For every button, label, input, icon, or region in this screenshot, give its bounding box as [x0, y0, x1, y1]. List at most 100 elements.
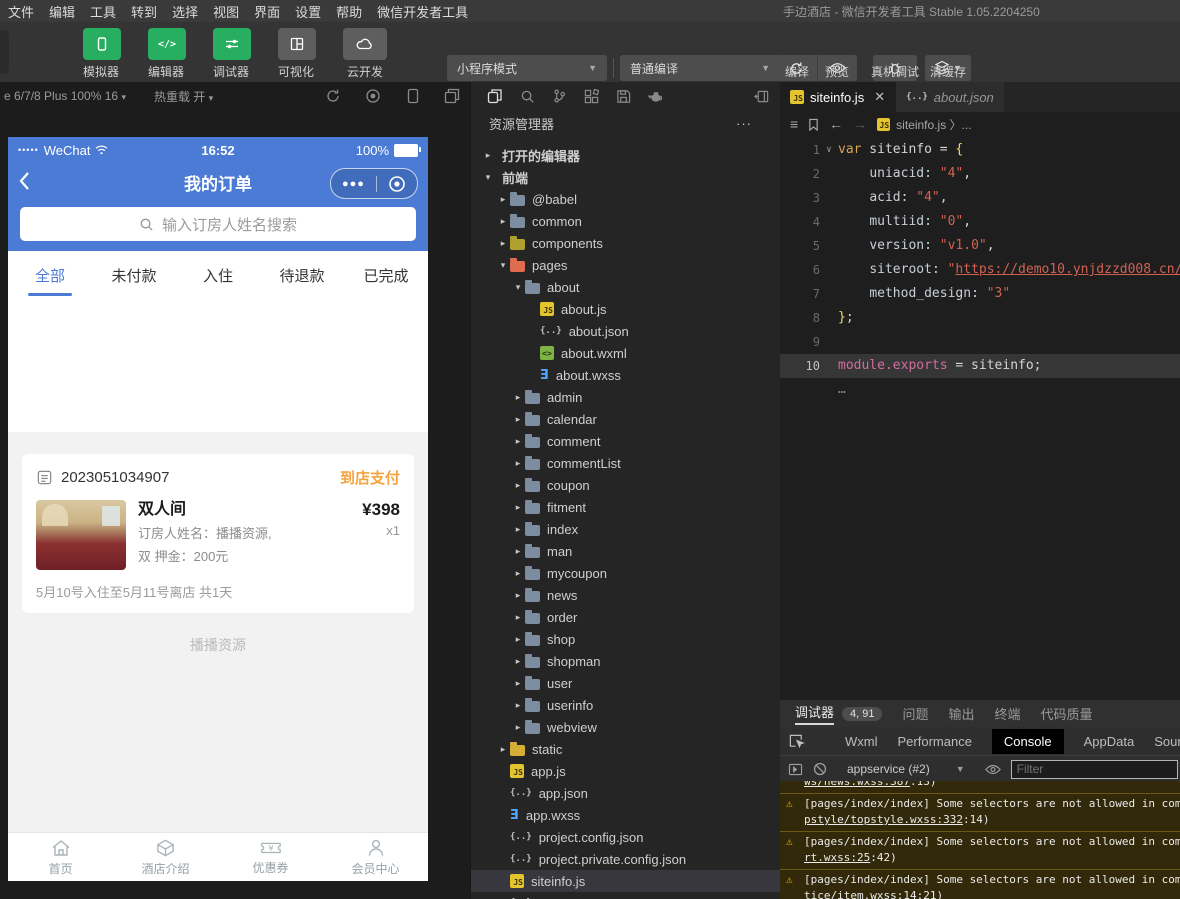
files-icon[interactable] — [479, 88, 511, 104]
tree-item-shopman[interactable]: ▸shopman — [471, 650, 780, 672]
context-dropdown[interactable]: appservice (#2)▼ — [847, 762, 965, 776]
teapot-icon[interactable] — [639, 89, 671, 103]
tabbar-item-home[interactable]: 首页 — [8, 833, 113, 881]
order-tab[interactable]: 全部 — [8, 251, 92, 299]
record-icon[interactable] — [365, 88, 381, 104]
outline-icon[interactable]: ≡ — [790, 116, 798, 132]
tree-item-cropped[interactable]: {..} — [471, 892, 780, 899]
source-link[interactable]: tice/item.wxss:14 — [804, 889, 917, 899]
tree-item-about.wxml[interactable]: <>about.wxml — [471, 342, 780, 364]
tree-item-common[interactable]: ▸common — [471, 210, 780, 232]
more-actions-icon[interactable]: ··· — [736, 116, 752, 131]
menu-item[interactable]: 文件 — [8, 2, 34, 21]
cloud-dev-button[interactable] — [343, 28, 387, 60]
show-sidebar-icon[interactable] — [788, 763, 803, 776]
menu-item[interactable]: 选择 — [172, 2, 198, 21]
source-link[interactable]: ws/news.wxss:387 — [804, 781, 910, 788]
tree-item-about.wxss[interactable]: Eabout.wxss — [471, 364, 780, 386]
tree-item-news[interactable]: ▸news — [471, 584, 780, 606]
tree-item-app.wxss[interactable]: Eapp.wxss — [471, 804, 780, 826]
devtools-tab-console[interactable]: Console — [992, 729, 1064, 754]
tree-item-mycoupon[interactable]: ▸mycoupon — [471, 562, 780, 584]
tree-item-userinfo[interactable]: ▸userinfo — [471, 694, 780, 716]
bookmark-icon[interactable] — [808, 118, 819, 131]
menu-item[interactable]: 帮助 — [336, 2, 362, 21]
tree-item-man[interactable]: ▸man — [471, 540, 780, 562]
save-icon[interactable] — [607, 89, 639, 104]
restart-icon[interactable] — [325, 88, 341, 104]
tree-item-webview[interactable]: ▸webview — [471, 716, 780, 738]
order-tab[interactable]: 入住 — [176, 251, 260, 299]
tree-item-user[interactable]: ▸user — [471, 672, 780, 694]
tree-item-about.json[interactable]: {..}about.json — [471, 320, 780, 342]
nav-back-icon[interactable]: ← — [829, 116, 843, 132]
tree-item-calendar[interactable]: ▸calendar — [471, 408, 780, 430]
tree-item-comment[interactable]: ▸comment — [471, 430, 780, 452]
tree-item-app.json[interactable]: {..}app.json — [471, 782, 780, 804]
tree-item-@babel[interactable]: ▸@babel — [471, 188, 780, 210]
source-link[interactable]: pstyle/topstyle.wxss:332 — [804, 813, 963, 826]
inspector-button[interactable] — [213, 28, 251, 60]
tree-item-static[interactable]: ▸static — [471, 738, 780, 760]
tabbar-item-hotel-intro[interactable]: 酒店介绍 — [113, 833, 218, 881]
tree-item-shop[interactable]: ▸shop — [471, 628, 780, 650]
back-icon[interactable] — [18, 170, 31, 192]
menu-item[interactable]: 编辑 — [49, 2, 75, 21]
debugger-tab[interactable]: 问题 — [902, 704, 928, 723]
tree-item-app.js[interactable]: JSapp.js — [471, 760, 780, 782]
console-filter-input[interactable] — [1011, 760, 1178, 779]
console-log[interactable]: ws/news.wxss:387:13)⚠[pages/index/index]… — [780, 781, 1180, 899]
devtools-tab-performance[interactable]: Performance — [898, 734, 972, 749]
tree-item-siteinfo.js[interactable]: JSsiteinfo.js — [471, 870, 780, 892]
phone-frame-icon[interactable] — [406, 88, 420, 104]
exit-target-icon[interactable] — [388, 175, 406, 193]
fold-icon[interactable]: ∨ — [820, 138, 838, 162]
editor-button[interactable]: </> — [148, 28, 186, 60]
source-control-icon[interactable] — [543, 88, 575, 104]
order-tab[interactable]: 已完成 — [344, 251, 428, 299]
tree-item-about[interactable]: ▾about — [471, 276, 780, 298]
hot-reload-toggle[interactable]: 热重载 开 ▾ — [154, 88, 213, 105]
compile-mode-dropdown[interactable]: 普通编译▼ — [620, 55, 780, 81]
clear-console-icon[interactable] — [813, 762, 827, 776]
debugger-tab[interactable]: 代码质量 — [1041, 704, 1093, 723]
menu-item[interactable]: 视图 — [213, 2, 239, 21]
devtools-tab-wxml[interactable]: Wxml — [845, 734, 878, 749]
source-link[interactable]: rt.wxss:25 — [804, 851, 870, 864]
order-tab[interactable]: 待退款 — [260, 251, 344, 299]
tree-item-project.private.config.json[interactable]: {..}project.private.config.json — [471, 848, 780, 870]
menu-item[interactable]: 设置 — [295, 2, 321, 21]
tree-item-order[interactable]: ▸order — [471, 606, 780, 628]
tree-item-pages[interactable]: ▾pages — [471, 254, 780, 276]
tree-item-admin[interactable]: ▸admin — [471, 386, 780, 408]
device-selector[interactable]: e 6/7/8 Plus 100% 16 ▾ — [4, 89, 126, 103]
tree-item-components[interactable]: ▸components — [471, 232, 780, 254]
tree-item-coupon[interactable]: ▸coupon — [471, 474, 780, 496]
tree-item-index[interactable]: ▸index — [471, 518, 780, 540]
order-tab[interactable]: 未付款 — [92, 251, 176, 299]
debugger-tab[interactable]: 终端 — [995, 704, 1021, 723]
live-expression-eye-icon[interactable] — [985, 764, 1001, 775]
more-icon[interactable]: ●●● — [342, 178, 365, 190]
tabbar-item-coupon[interactable]: ¥ 优惠券 — [218, 833, 323, 881]
nav-forward-icon[interactable]: → — [853, 116, 867, 132]
menu-item[interactable]: 微信开发者工具 — [377, 2, 468, 21]
devtools-tab-sources[interactable]: Sources — [1154, 734, 1180, 749]
menu-item[interactable]: 工具 — [90, 2, 116, 21]
editor-tab-siteinfo[interactable]: JS siteinfo.js ✕ — [780, 82, 895, 112]
mode-dropdown[interactable]: 小程序模式▼ — [447, 55, 607, 81]
search-input[interactable]: 输入订房人姓名搜索 — [20, 207, 416, 241]
devtools-tab-appdata[interactable]: AppData — [1084, 734, 1135, 749]
visualization-button[interactable] — [278, 28, 316, 60]
inspect-element-icon[interactable] — [788, 733, 805, 749]
code-area[interactable]: 1∨var siteinfo = {2 uniacid: "4",3 acid:… — [780, 138, 1180, 700]
breadcrumb[interactable]: siteinfo.js 〉... — [896, 116, 971, 133]
editor-tab-aboutjson[interactable]: {..} about.json — [895, 82, 1004, 112]
tree-item-about.js[interactable]: JSabout.js — [471, 298, 780, 320]
debugger-tab[interactable]: 调试器 — [795, 702, 834, 725]
simulator-button[interactable] — [83, 28, 121, 60]
tree-item-commentList[interactable]: ▸commentList — [471, 452, 780, 474]
url-link[interactable]: https://demo10.ynjdzzd008.cn/public — [955, 262, 1180, 277]
tree-item-project.config.json[interactable]: {..}project.config.json — [471, 826, 780, 848]
multi-window-icon[interactable] — [444, 88, 460, 104]
